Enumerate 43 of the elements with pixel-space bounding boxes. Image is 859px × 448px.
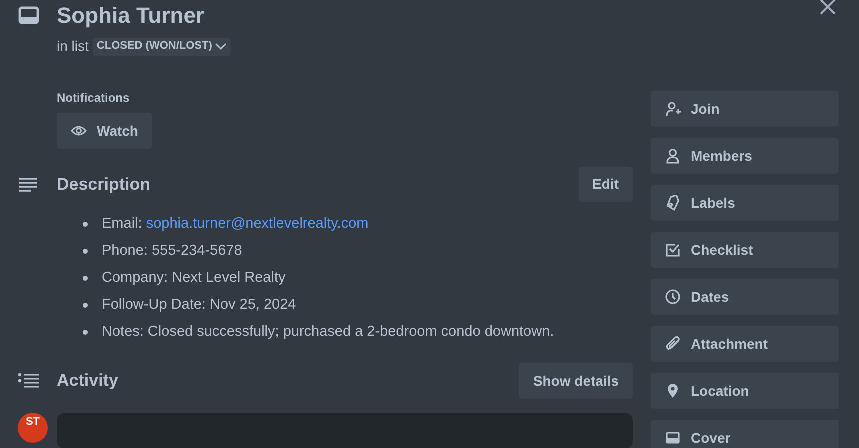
- edit-button[interactable]: Edit: [578, 167, 633, 202]
- card-icon: [18, 6, 40, 26]
- bullet-icon: [83, 276, 88, 281]
- labels-button[interactable]: Labels: [651, 185, 839, 221]
- members-button[interactable]: Members: [651, 138, 839, 174]
- description-line: Company: Next Level Realty: [102, 268, 286, 288]
- checklist-button[interactable]: Checklist: [651, 232, 839, 268]
- close-icon[interactable]: [819, 0, 837, 15]
- bullet-icon: [83, 303, 88, 308]
- chevron-down-icon: [215, 42, 228, 50]
- map-pin-icon: [665, 383, 681, 399]
- activity-heading: Activity: [57, 370, 118, 392]
- watch-button[interactable]: Watch: [57, 113, 152, 149]
- eye-icon: [71, 125, 87, 137]
- list-dropdown[interactable]: CLOSED (WON/LOST): [92, 38, 232, 56]
- description-icon: [18, 176, 38, 192]
- description-line: Notes: Closed successfully; purchased a 2-bedroom condo downtown.: [102, 322, 554, 342]
- avatar: ST: [18, 413, 48, 443]
- show-details-button[interactable]: Show details: [519, 363, 633, 399]
- notifications-label: Notifications: [57, 90, 131, 107]
- description-line: Phone: 555-234-5678: [102, 242, 242, 261]
- bullet-icon: [83, 222, 88, 227]
- paperclip-icon: [665, 336, 681, 352]
- clock-icon: [665, 289, 681, 305]
- list-prefix: in list: [57, 37, 89, 56]
- checkbox-icon: [665, 242, 681, 258]
- cover-button[interactable]: Cover: [651, 420, 839, 448]
- attachment-button[interactable]: Attachment: [651, 326, 839, 362]
- join-button[interactable]: Join: [651, 91, 839, 127]
- location-button[interactable]: Location: [651, 373, 839, 409]
- person-add-icon: [665, 101, 681, 117]
- card-title: Sophia Turner: [57, 2, 206, 30]
- person-icon: [665, 148, 681, 164]
- email-link[interactable]: sophia.turner@nextlevelrealty.com: [146, 216, 369, 232]
- bullet-icon: [83, 249, 88, 254]
- cover-icon: [665, 430, 681, 446]
- bullet-icon: [83, 330, 88, 335]
- activity-icon: [18, 373, 40, 389]
- tag-icon: [665, 195, 681, 211]
- description-heading: Description: [57, 174, 151, 196]
- dates-button[interactable]: Dates: [651, 279, 839, 315]
- description-line: Follow-Up Date: Nov 25, 2024: [102, 296, 296, 315]
- description-line: Email: sophia.turner@nextlevelrealty.com: [102, 214, 369, 234]
